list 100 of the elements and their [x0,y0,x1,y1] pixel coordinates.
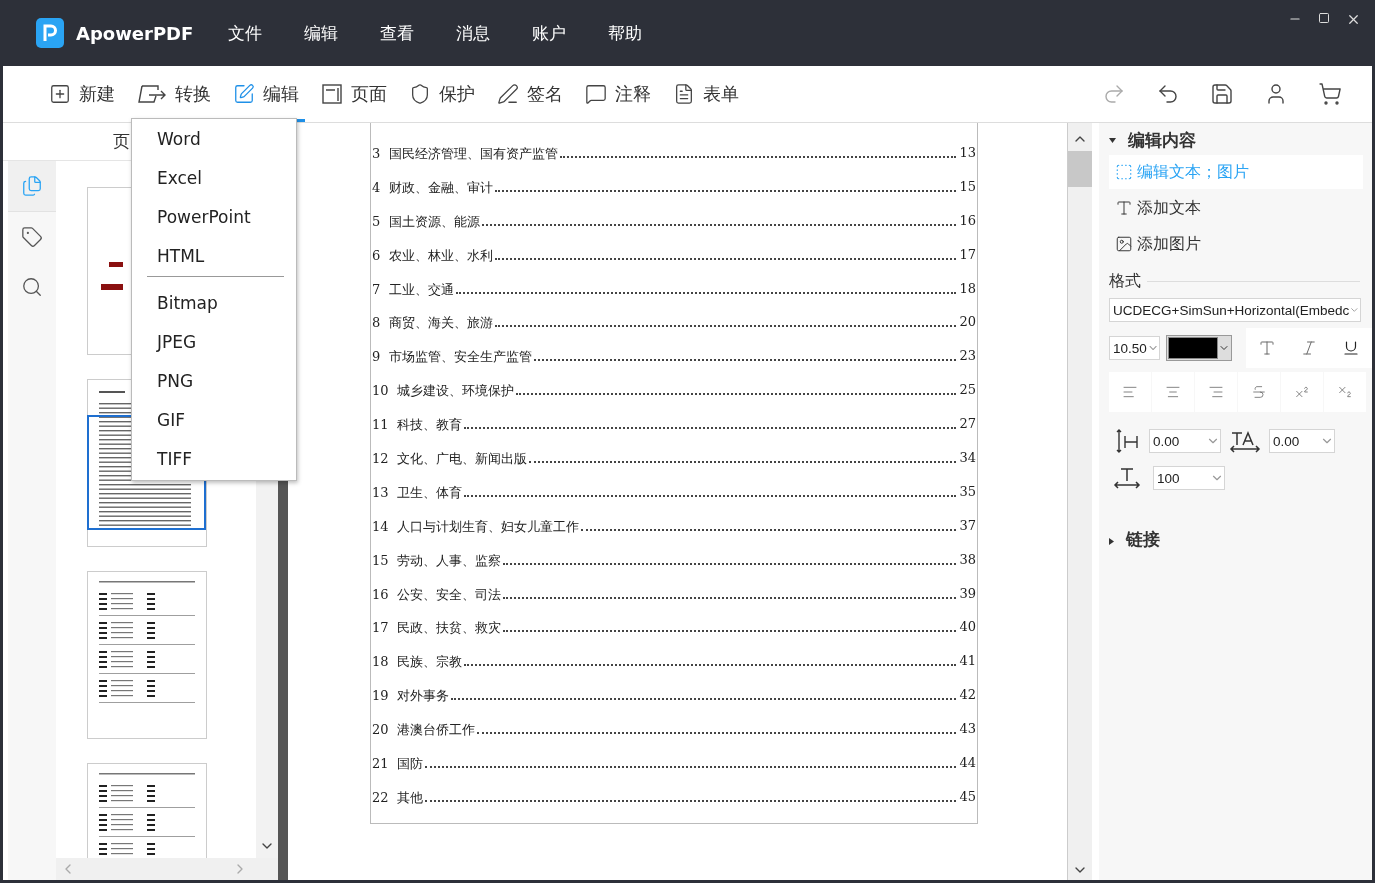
menu-option[interactable]: HTML [132,236,296,275]
page-number: 39 [958,585,976,601]
toolbar-tab[interactable]: 保护 [403,66,481,122]
toolbar-tab[interactable]: 签名 [491,66,569,122]
document-icon [673,83,695,105]
menu-option[interactable]: GIF [132,400,296,439]
toolbar-tab[interactable]: 表单 [667,66,745,122]
line-spacing-icon [1115,428,1141,454]
toolbar-tab[interactable]: 新建 [43,66,121,122]
close-icon[interactable] [1346,12,1361,27]
page-number: 34 [958,450,976,465]
convert-icon [137,83,167,105]
page-number: 40 [958,619,976,635]
page-number: 41 [958,653,976,669]
page-number: 27 [958,416,976,432]
pages-icon[interactable] [8,161,56,212]
subscript-icon[interactable] [1324,372,1366,412]
menu-item[interactable]: 文件 [207,21,284,45]
toc-entry: 14 人口与计划生育、妇女儿童工作 [371,517,579,536]
page-number: 20 [958,314,976,330]
page-number: 37 [958,517,976,533]
toc-entry: 8 商贸、海关、旅游 [371,314,493,333]
menu-item[interactable]: 消息 [435,21,512,45]
menu-option[interactable]: Word [132,119,296,158]
toc-entry: 17 民政、扶贫、救灾 [371,619,501,638]
page-number: 42 [958,687,976,703]
panel-title: 页 [113,130,130,153]
panel-item[interactable]: 添加文本 [1109,191,1363,225]
toc-entry: 15 劳动、人事、监察 [371,551,501,570]
bold-text-icon[interactable] [1246,328,1288,368]
menu-item[interactable]: 帮助 [587,21,664,45]
toc-entry: 18 民族、宗教 [371,653,462,672]
menu-option[interactable]: Bitmap [132,283,296,322]
save-icon[interactable] [1210,82,1234,106]
section-title: 编辑内容 [1128,128,1196,152]
shield-icon [409,83,431,105]
char-spacing-icon [1229,429,1261,453]
maximize-icon[interactable] [1318,12,1330,24]
toc-entry: 4 财政、金融、审计 [371,178,493,197]
page-number: 35 [958,483,976,499]
toolbar-tab[interactable]: 页面 [315,66,393,122]
page-number: 17 [958,246,976,262]
app-logo [36,18,64,48]
font-select[interactable]: UCDECG+SimSun+Horizontal(Embedc [1109,298,1361,322]
page-number: 25 [958,382,976,398]
align-left-icon[interactable] [1109,372,1151,412]
toc-entry: 3 国民经济管理、国有资产监管 [371,145,558,163]
underline-icon[interactable] [1330,328,1372,368]
toc-entry: 22 其他 [371,788,423,807]
toc-entry: 16 公安、安全、司法 [371,585,501,604]
toolbar-tab[interactable]: 转换 [131,66,217,122]
page-number: 16 [958,212,976,228]
scale-select[interactable]: 100 [1153,466,1225,490]
menu-item[interactable]: 查看 [359,21,436,45]
section-title: 格式 [1109,271,1141,292]
page-number: 23 [958,348,976,364]
panel-item[interactable]: 添加图片 [1109,227,1363,261]
text-scale-icon [1113,466,1141,490]
menu-option[interactable]: PowerPoint [132,197,296,236]
menu-option[interactable]: JPEG [132,322,296,361]
menu-option[interactable]: TIFF [132,439,296,478]
char-spacing-select[interactable]: 0.00 [1269,429,1335,453]
page-number: 45 [958,788,976,804]
text-box-icon [1115,163,1133,181]
pen-icon [497,83,519,105]
page-icon [321,83,343,105]
align-center-icon[interactable] [1152,372,1194,412]
toc-entry: 12 文化、广电、新闻出版 [371,450,527,468]
superscript-icon[interactable] [1281,372,1323,412]
page-number: 44 [958,755,976,771]
size-select[interactable]: 10.50 [1109,336,1160,360]
edit-icon [233,83,255,105]
menu-item[interactable]: 账户 [511,21,588,45]
page-number: 43 [958,721,976,737]
toc-entry: 13 卫生、体育 [371,483,462,502]
color-picker[interactable] [1166,335,1232,361]
collapse-icon[interactable] [1109,135,1116,145]
menu-option[interactable]: Excel [132,158,296,197]
align-right-icon[interactable] [1195,372,1237,412]
page-number: 13 [958,145,976,160]
plus-square-icon [49,83,71,105]
toc-entry: 5 国土资源、能源 [371,212,480,231]
text-icon [1115,199,1133,217]
page-thumbnail[interactable] [87,571,207,739]
scroll-thumb[interactable] [1068,151,1092,187]
toolbar-tab[interactable]: 注释 [579,66,657,122]
menu-option[interactable]: PNG [132,361,296,400]
menu-item[interactable]: 编辑 [283,21,360,45]
line-spacing-select[interactable]: 0.00 [1149,429,1221,453]
strikethrough-icon[interactable] [1238,372,1280,412]
toc-entry: 19 对外事务 [371,687,449,706]
page-number: 15 [958,178,976,194]
toc-entry: 20 港澳台侨工作 [371,721,475,740]
toc-entry: 21 国防 [371,755,423,774]
comment-icon [585,83,607,105]
toc-entry: 11 科技、教育 [371,416,462,435]
toc-entry: 7 工业、交通 [371,280,454,299]
page-number: 38 [958,551,976,567]
cart-icon[interactable] [1318,82,1342,106]
toc-entry: 9 市场监管、安全生产监管 [371,348,532,367]
